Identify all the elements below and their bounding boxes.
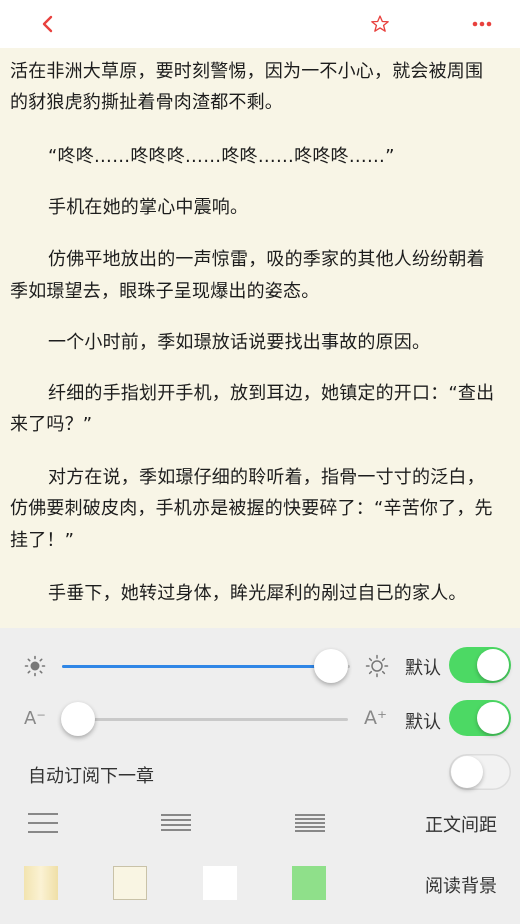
paragraph-line: 纤细的手指划开手机，放到耳边，她镇定的开口：“查出 [48, 383, 495, 404]
paragraph-line: 来了吗？” [10, 414, 93, 435]
paragraph-line: 对方在说，季如璟仔细的聆听着，指骨一寸寸的泛白， [48, 467, 485, 488]
background-swatch-green[interactable] [292, 866, 326, 900]
line-spacing-label: 正文间距 [425, 815, 497, 836]
line-spacing-medium-icon [161, 814, 191, 831]
background-swatch-cream[interactable] [113, 866, 147, 900]
paragraph-line: 一个小时前，季如璟放话说要找出事故的原因。 [48, 332, 431, 353]
background-swatch-gold[interactable] [24, 866, 58, 900]
paragraph-line: 季如璟望去，眼珠子呈现爆出的姿态。 [10, 281, 320, 302]
toggle-knob [477, 649, 509, 681]
chevron-left-icon [42, 15, 53, 33]
favorite-button[interactable] [362, 0, 398, 48]
more-dots-icon [472, 21, 492, 27]
line-spacing-loose-button[interactable] [28, 812, 58, 834]
line-spacing-loose-icon [28, 813, 58, 833]
font-size-decrease-label[interactable]: A⁻ [24, 708, 46, 729]
paragraph-line: “咚咚……咚咚咚……咚咚……咚咚咚……” [48, 146, 395, 167]
brightness-slider[interactable] [60, 649, 352, 685]
brightness-default-toggle[interactable] [449, 647, 511, 683]
reading-content[interactable]: 活在非洲大草原，要时刻警惕，因为一不小心，就会被周围 的豺狼虎豹撕扯着骨肉渣都不… [0, 48, 520, 628]
back-button[interactable] [30, 0, 66, 48]
font-size-slider-track [78, 718, 348, 721]
line-spacing-tight-icon [295, 814, 325, 832]
font-size-default-label: 默认 [405, 712, 441, 733]
more-button[interactable] [464, 0, 500, 48]
paragraph-line: 手垂下，她转过身体，眸光犀利的剐过自已的家人。 [48, 583, 467, 604]
brightness-high-icon [365, 654, 389, 682]
auto-subscribe-label: 自动订阅下一章 [28, 766, 154, 787]
line-spacing-tight-button[interactable] [295, 812, 325, 834]
background-label: 阅读背景 [425, 876, 497, 897]
star-outline-icon [371, 15, 389, 32]
font-size-slider-thumb[interactable] [61, 702, 95, 736]
font-size-default-toggle[interactable] [449, 700, 511, 736]
brightness-low-icon [24, 655, 46, 681]
font-size-slider[interactable] [60, 702, 352, 738]
paragraph-line: 仿佛平地放出的一声惊雷，吸的季家的其他人纷纷朝着 [48, 249, 485, 270]
background-swatch-white[interactable] [203, 866, 237, 900]
brightness-default-label: 默认 [405, 658, 441, 679]
toggle-knob [451, 756, 483, 788]
paragraph-line: 仿佛要刺破皮肉，手机亦是被握的快要碎了：“辛苦你了，先 [10, 498, 493, 519]
brightness-slider-fill [62, 665, 330, 668]
auto-subscribe-toggle[interactable] [449, 754, 511, 790]
paragraph-line: 的豺狼虎豹撕扯着骨肉渣都不剩。 [10, 92, 283, 113]
top-toolbar [0, 0, 520, 48]
line-spacing-medium-button[interactable] [161, 812, 191, 834]
paragraph-line: 挂了！” [10, 530, 75, 551]
font-size-increase-label[interactable]: A⁺ [364, 707, 387, 729]
toggle-knob [477, 702, 509, 734]
paragraph-line: 活在非洲大草原，要时刻警惕，因为一不小心，就会被周围 [10, 61, 484, 82]
brightness-slider-thumb[interactable] [314, 649, 348, 683]
paragraph-line: 手机在她的掌心中震响。 [48, 197, 249, 218]
